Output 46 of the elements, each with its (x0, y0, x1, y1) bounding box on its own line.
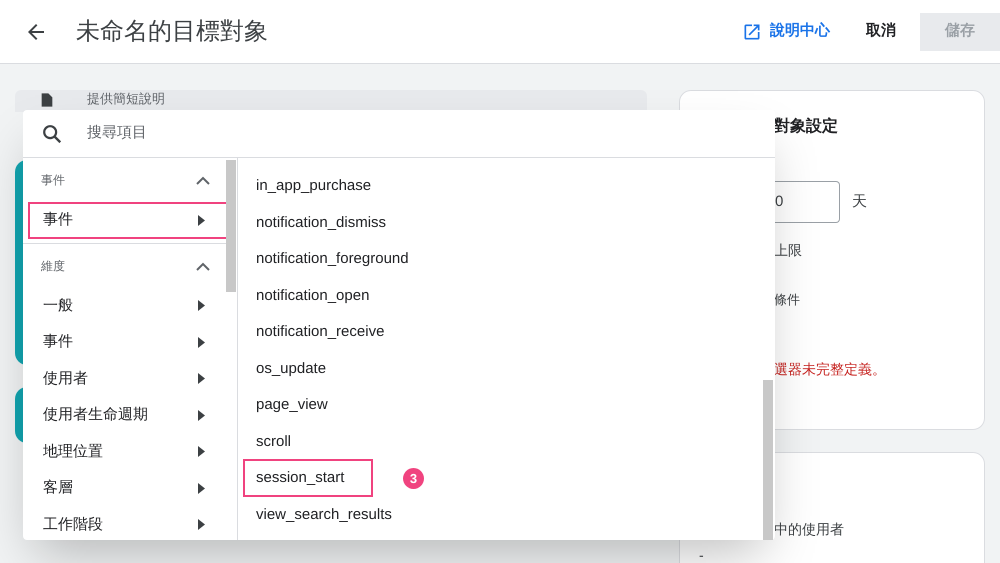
caret-right-icon (198, 482, 205, 494)
category-item[interactable]: 一般 (28, 288, 229, 324)
category-item[interactable]: 使用者 (28, 360, 229, 397)
category-item[interactable]: 使用者生命週期 (28, 397, 229, 434)
event-item[interactable]: notification_receive (243, 313, 398, 352)
section-header[interactable]: 維度 (23, 244, 237, 288)
event-item[interactable]: scroll (243, 422, 304, 461)
help-center-link[interactable]: 說明中心 (742, 20, 830, 43)
external-link-icon (742, 22, 762, 42)
event-item[interactable]: page_view (243, 386, 341, 424)
setting-text: 上限 (774, 241, 803, 260)
scrollbar-thumb[interactable] (226, 160, 236, 292)
setting-text: 條件 (774, 291, 801, 309)
unit-label: 天 (852, 192, 867, 212)
caret-right-icon (198, 410, 205, 421)
document-icon (39, 92, 55, 108)
description-text: 提供簡短說明 (87, 92, 165, 106)
search-field[interactable]: 搜尋項目 (87, 122, 775, 145)
card-title: 對象設定 (774, 116, 839, 137)
caret-right-icon (198, 446, 205, 458)
caret-right-icon (198, 373, 205, 384)
event-item[interactable]: in_app_purchase (243, 167, 384, 206)
caret-right-icon (198, 336, 205, 348)
category-item[interactable]: 客層 (28, 470, 229, 506)
scrollbar-thumb[interactable] (763, 380, 773, 540)
members-label: 中的使用者 (774, 520, 845, 539)
cancel-button[interactable]: 取消 (866, 20, 896, 43)
search-icon (41, 122, 63, 144)
event-item[interactable]: session_start (243, 459, 373, 498)
event-item[interactable]: notification_dismiss (243, 204, 400, 242)
category-item[interactable]: 事件 (28, 202, 229, 238)
category-item[interactable]: 地理位置 (28, 434, 229, 470)
caret-right-icon (198, 214, 205, 226)
event-item[interactable]: view_search_results (243, 496, 405, 534)
caret-right-icon (198, 519, 205, 530)
event-item[interactable]: os_update (243, 350, 340, 388)
section-header[interactable]: 事件 (23, 158, 237, 202)
category-item[interactable]: 事件 (28, 324, 229, 360)
step-badge: 3 (403, 468, 424, 489)
event-item[interactable]: notification_open (243, 276, 382, 315)
members-count: - (699, 546, 705, 563)
event-item[interactable]: notification_foreground (243, 240, 422, 278)
error-message: 選器未完整定義。 (774, 360, 887, 378)
page-title: 未命名的目標對象 (76, 16, 268, 46)
caret-right-icon (198, 300, 205, 312)
category-item[interactable]: 工作階段 (28, 506, 229, 540)
